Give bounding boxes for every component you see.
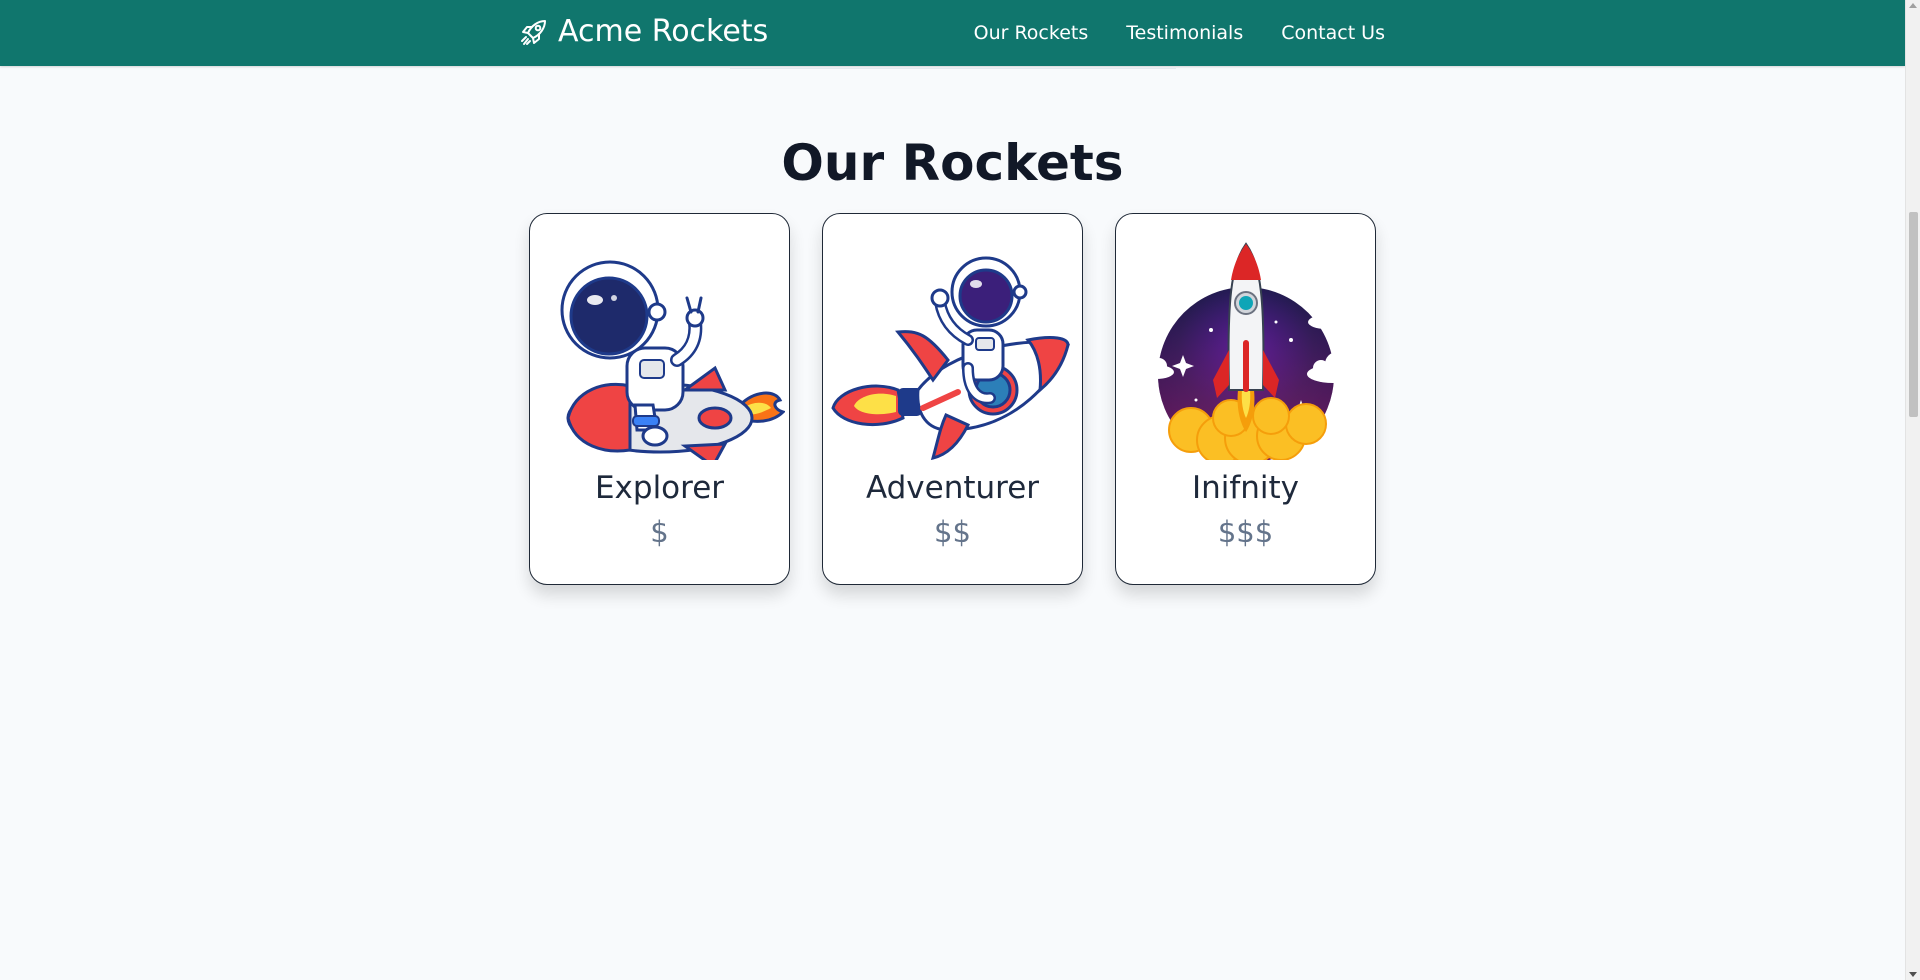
astronaut-rocket-image [560,260,785,460]
top-navbar: Acme Rockets Our Rockets Testimonials Co… [0,0,1905,66]
nav-link-contact-us[interactable]: Contact Us [1281,22,1385,44]
vertical-scrollbar[interactable] [1905,0,1920,980]
scrollbar-thumb[interactable] [1909,212,1918,417]
page-title: Our Rockets [781,134,1124,192]
rocket-card-explorer[interactable]: Explorer $ [529,213,790,585]
scroll-up-arrow-icon[interactable] [1909,3,1917,8]
main-nav: Our Rockets Testimonials Contact Us [974,0,1385,66]
brand-link[interactable]: Acme Rockets [518,10,768,54]
nav-link-testimonials[interactable]: Testimonials [1126,22,1243,44]
rocket-card-adventurer[interactable]: Adventurer $$ [822,213,1083,585]
card-price: $ [650,515,669,549]
rocket-card-inifnity[interactable]: Inifnity $$$ [1115,213,1376,585]
brand-name: Acme Rockets [558,14,769,49]
rocket-launch-image [1128,242,1359,460]
nav-link-our-rockets[interactable]: Our Rockets [974,22,1089,44]
card-title: Explorer [594,470,725,506]
scroll-down-arrow-icon[interactable] [1909,972,1917,977]
astronaut-rocket-image [830,256,1070,460]
card-title: Inifnity [1191,470,1300,506]
rocket-icon [521,20,546,45]
card-price: $$ [934,515,971,549]
section-divider [730,68,1176,69]
rocket-cards: Explorer $ Adventurer $$ Inifnity $$$ [529,213,1376,585]
card-price: $$$ [1217,515,1274,549]
card-title: Adventurer [865,470,1040,506]
